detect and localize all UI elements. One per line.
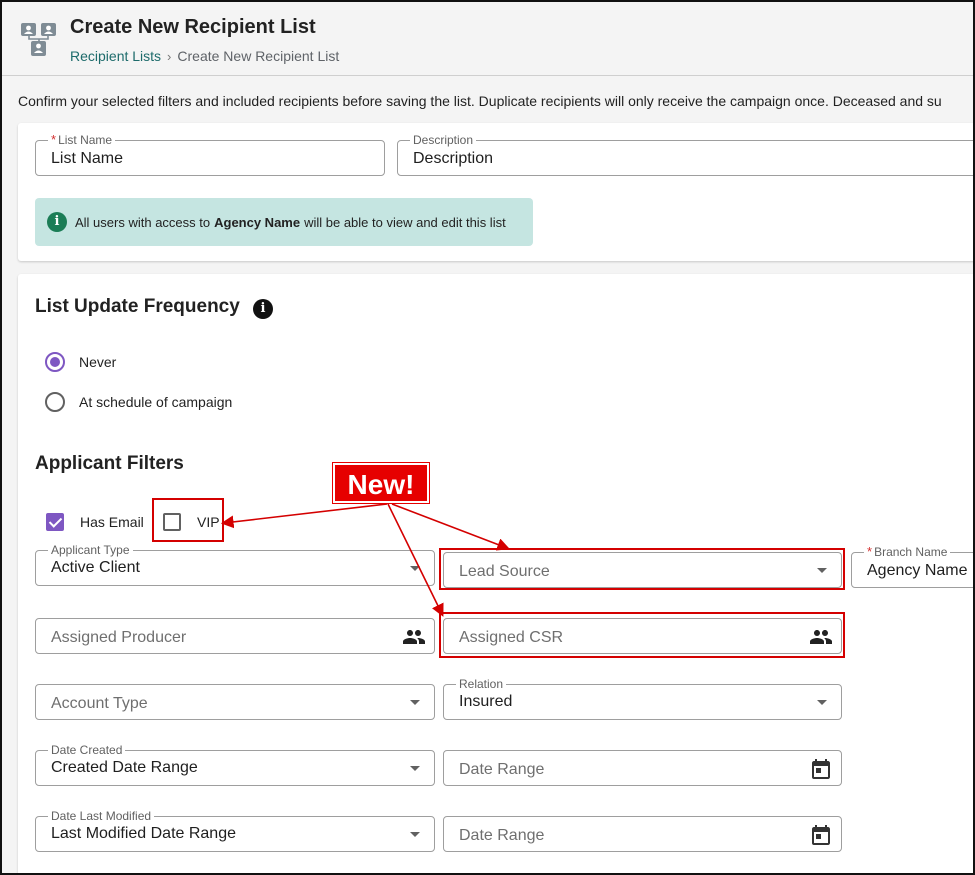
date-created-label: Date Created (48, 743, 126, 757)
page-header: Create New Recipient List Recipient List… (2, 2, 973, 76)
account-type-placeholder: Account Type (51, 695, 148, 712)
info-agency-name: Agency Name (214, 214, 301, 230)
date-created-range-placeholder: Date Range (459, 761, 545, 778)
radio-at-schedule[interactable]: At schedule of campaign (45, 392, 232, 412)
list-update-frequency-title: List Update Frequency (35, 296, 240, 317)
branch-name-select[interactable]: * Branch Name Agency Name (851, 545, 973, 588)
info-prefix: All users with access to (75, 214, 211, 230)
list-name-value: List Name (51, 150, 124, 167)
caret-down-icon (410, 566, 420, 571)
date-last-modified-value: Last Modified Date Range (51, 825, 236, 842)
date-created-range-field[interactable]: Date Range (443, 750, 842, 786)
description-value: Description (413, 150, 494, 167)
assigned-producer-field[interactable]: Assigned Producer (35, 618, 435, 654)
date-created-value: Created Date Range (51, 759, 198, 776)
applicant-type-value: Active Client (51, 559, 140, 576)
branch-name-label-text: Branch Name (874, 545, 948, 559)
info-suffix: will be able to view and edit this list (304, 214, 506, 230)
date-last-modified-label: Date Last Modified (48, 809, 155, 823)
applicant-filters-title: Applicant Filters (35, 453, 184, 474)
relation-select[interactable]: Relation Insured (443, 677, 842, 720)
list-name-label: * List Name (48, 132, 116, 147)
chevron-right-icon: › (167, 48, 172, 64)
assigned-csr-highlight-box (439, 612, 845, 658)
relation-label: Relation (456, 677, 507, 691)
caret-down-icon (410, 766, 420, 771)
people-icon[interactable] (402, 625, 426, 649)
breadcrumb-recipient-lists-link[interactable]: Recipient Lists (70, 48, 161, 64)
list-name-field[interactable]: * List Name List Name (35, 133, 385, 176)
has-email-checkbox[interactable]: Has Email (46, 513, 144, 531)
vip-highlight-box (152, 498, 224, 542)
radio-never-label: Never (79, 354, 117, 370)
info-icon: i (47, 212, 67, 232)
radio-button-checked[interactable] (45, 352, 65, 372)
intro-text: Confirm your selected filters and includ… (18, 93, 942, 109)
date-created-select[interactable]: Date Created Created Date Range (35, 743, 435, 786)
has-email-label: Has Email (80, 514, 144, 530)
access-info-banner: i All users with access to Agency Name w… (35, 198, 533, 246)
page-title: Create New Recipient List (70, 16, 316, 38)
calendar-icon[interactable] (809, 757, 833, 781)
required-asterisk: * (51, 132, 57, 147)
breadcrumb: Recipient Lists › Create New Recipient L… (70, 48, 339, 64)
account-type-select[interactable]: Account Type (35, 684, 435, 720)
radio-button[interactable] (45, 392, 65, 412)
page-frame: Create New Recipient List Recipient List… (0, 0, 975, 875)
list-name-label-text: List Name (58, 133, 113, 147)
lead-source-highlight-box (439, 548, 845, 590)
checkbox-checked[interactable] (46, 513, 64, 531)
applicant-type-label: Applicant Type (48, 543, 133, 557)
date-modified-range-placeholder: Date Range (459, 827, 545, 844)
description-label: Description (410, 133, 477, 147)
breadcrumb-current: Create New Recipient List (177, 48, 340, 64)
list-details-card: * List Name List Name Description Descrip… (18, 123, 973, 261)
date-last-modified-select[interactable]: Date Last Modified Last Modified Date Ra… (35, 809, 435, 852)
applicant-type-select[interactable]: Applicant Type Active Client (35, 543, 435, 586)
description-field[interactable]: Description Description (397, 133, 973, 176)
new-feature-callout: New! (333, 463, 429, 503)
caret-down-icon (410, 700, 420, 705)
assigned-producer-placeholder: Assigned Producer (51, 629, 187, 646)
caret-down-icon (410, 832, 420, 837)
calendar-icon[interactable] (809, 823, 833, 847)
caret-down-icon (817, 700, 827, 705)
info-icon[interactable]: i (253, 299, 273, 319)
required-asterisk: * (867, 544, 873, 559)
relation-value: Insured (459, 693, 513, 710)
recipient-list-icon (21, 23, 56, 56)
branch-name-label: * Branch Name (864, 544, 951, 559)
radio-at-schedule-label: At schedule of campaign (79, 394, 233, 410)
radio-never[interactable]: Never (45, 352, 116, 372)
date-modified-range-field[interactable]: Date Range (443, 816, 842, 852)
branch-name-value: Agency Name (867, 562, 968, 579)
